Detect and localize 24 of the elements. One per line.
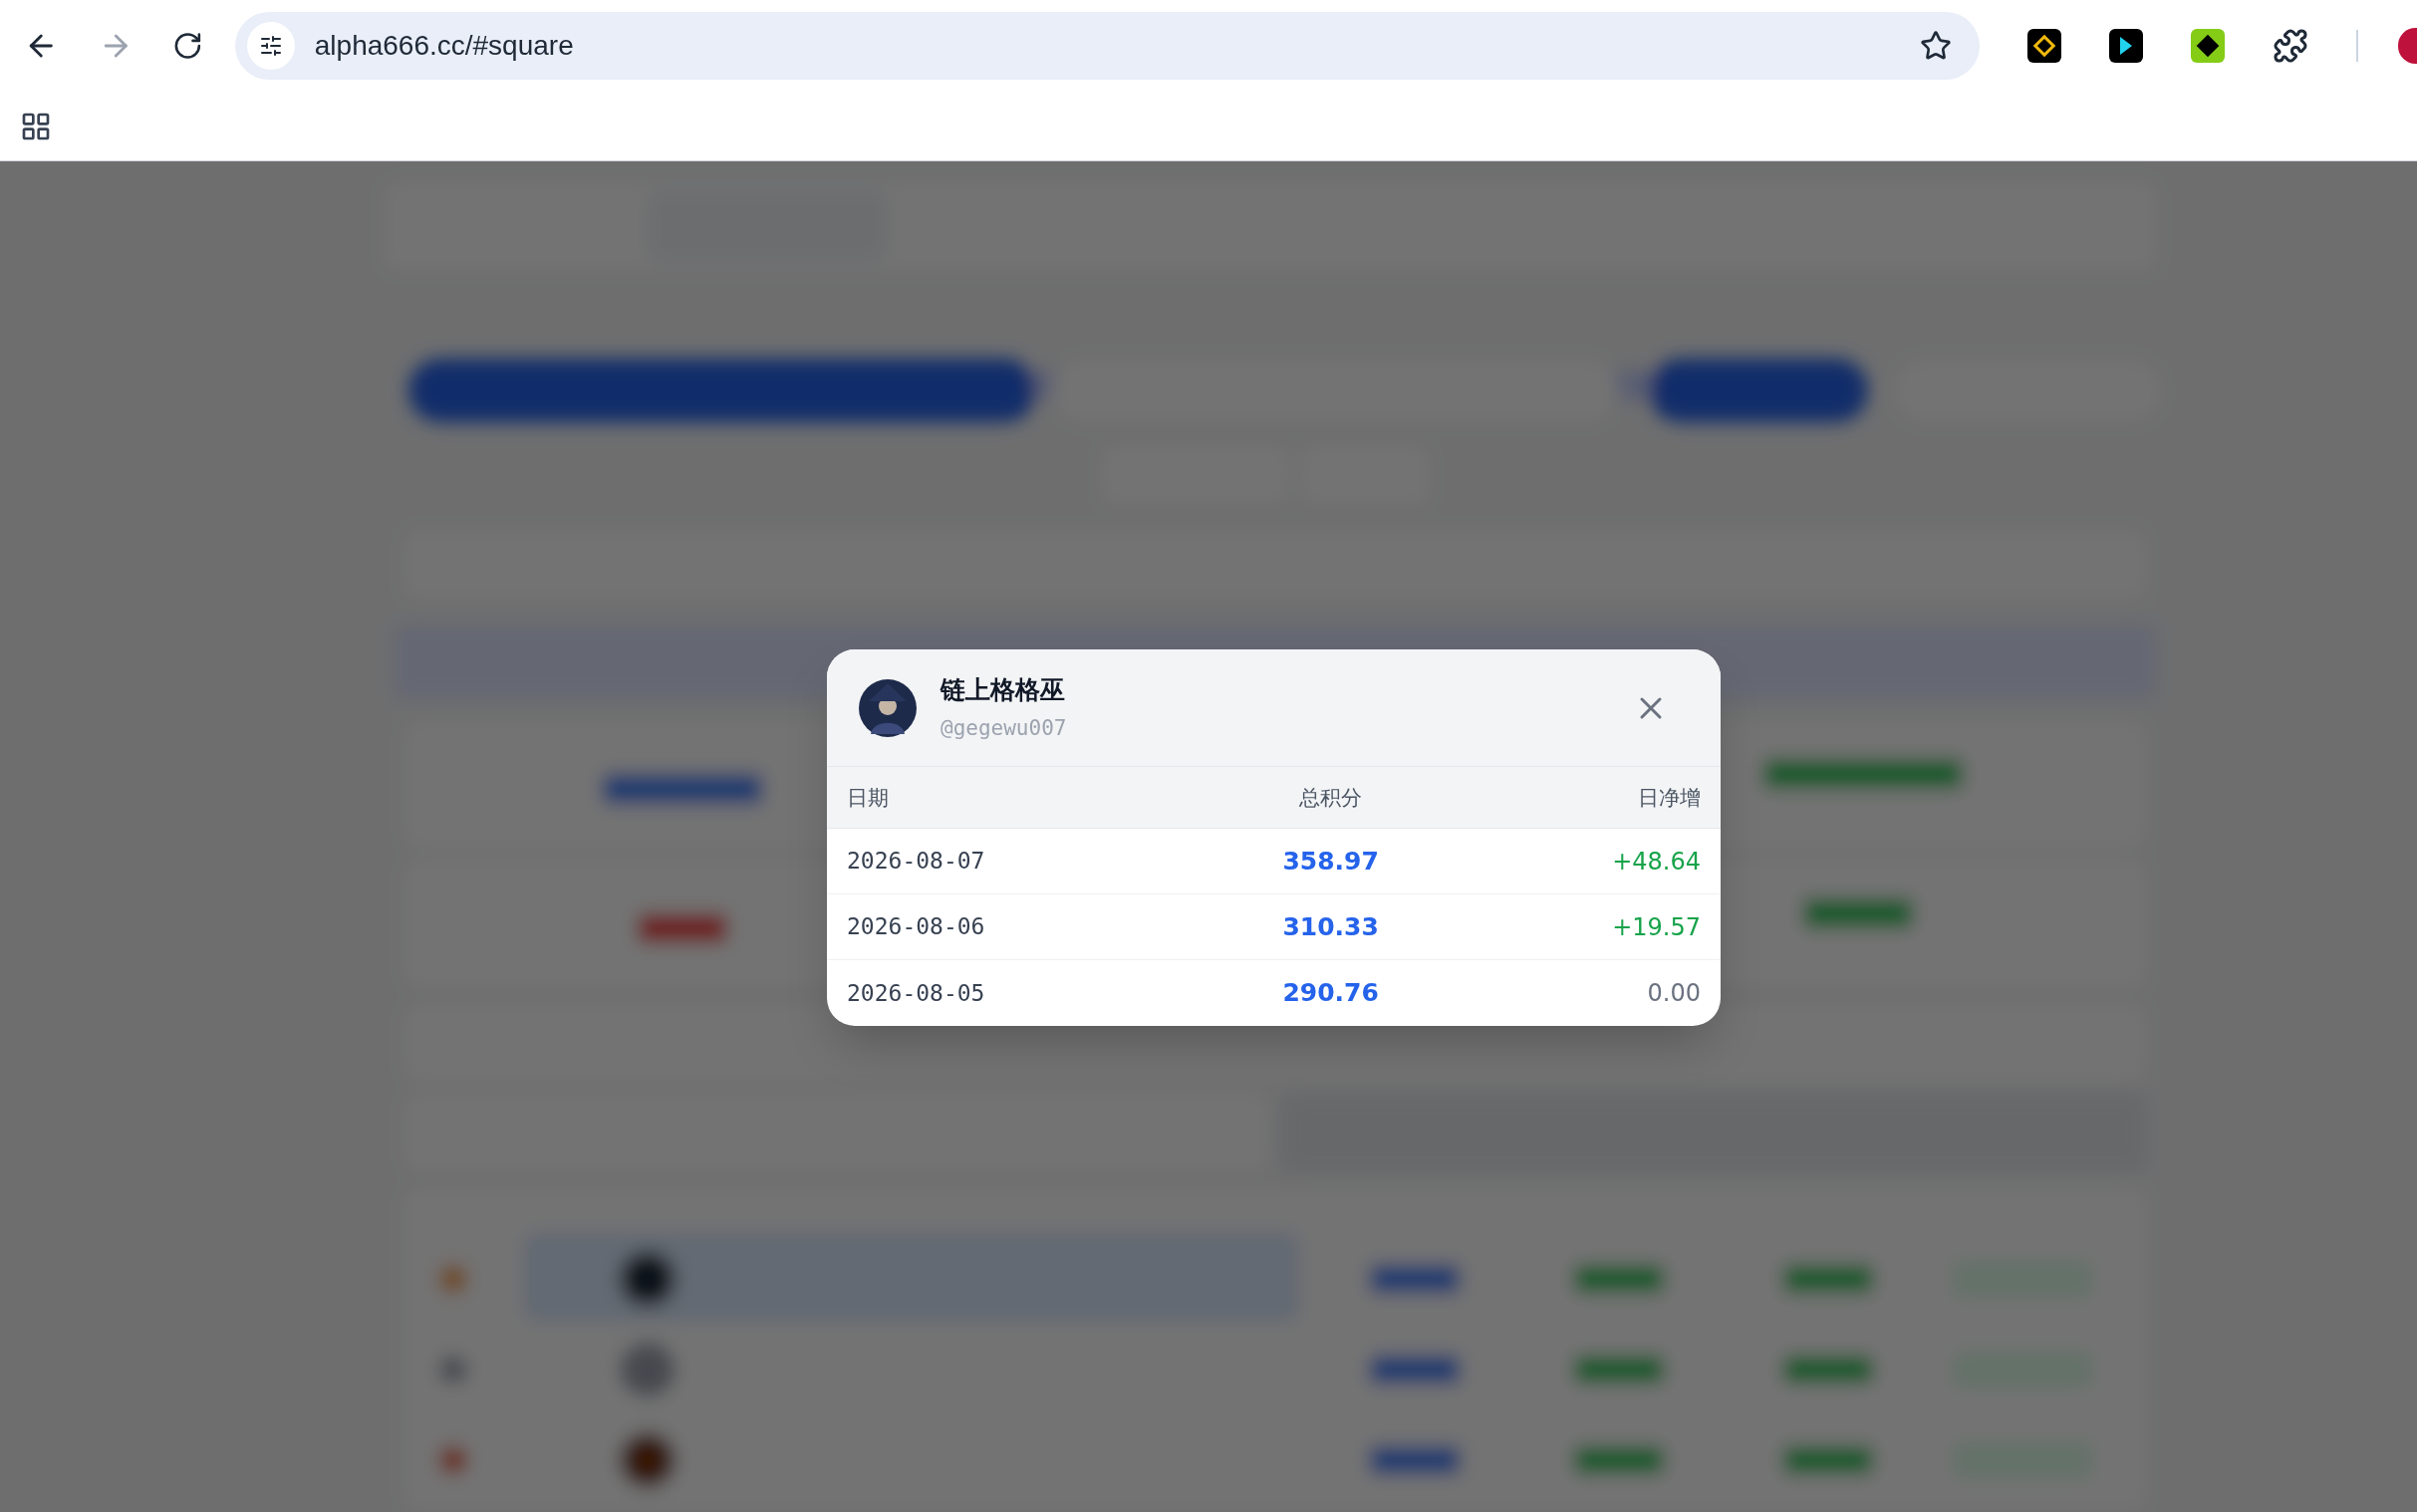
daily-change-cell-text: +48.64	[1612, 846, 1701, 878]
avatar-icon	[859, 678, 917, 737]
extension-icon[interactable]	[2109, 29, 2144, 63]
extensions-puzzle-icon[interactable]	[2273, 28, 2309, 64]
total-score-cell-text: 310.33	[1282, 910, 1379, 943]
date-cell-text: 2026-08-06	[847, 912, 985, 942]
total-score-cell-text: 290.76	[1282, 977, 1379, 1010]
user-name: 链上格格巫	[940, 674, 1066, 705]
date-cell-text: 2026-08-05	[847, 978, 985, 1008]
column-header: 总积分	[1299, 784, 1363, 811]
column-header: 日净增	[1638, 784, 1701, 811]
column-header: 日期	[847, 784, 889, 811]
site-settings-icon[interactable]	[246, 22, 295, 70]
address-bar[interactable]: alpha666.cc/#square	[234, 12, 1981, 80]
extension-icon[interactable]	[2191, 29, 2226, 63]
total-score-cell-text: 358.97	[1282, 845, 1379, 878]
url-text: alpha666.cc/#square	[314, 29, 574, 63]
daily-change-cell-text: 0.00	[1647, 978, 1701, 1009]
daily-change-cell-text: +19.57	[1612, 911, 1701, 943]
bookmark-star-icon[interactable]	[1920, 30, 1953, 62]
user-handle: @gegewu007	[940, 714, 1067, 742]
reload-icon[interactable]	[172, 30, 203, 62]
extension-icon[interactable]	[2027, 29, 2062, 63]
date-cell-text: 2026-08-07	[847, 847, 985, 877]
